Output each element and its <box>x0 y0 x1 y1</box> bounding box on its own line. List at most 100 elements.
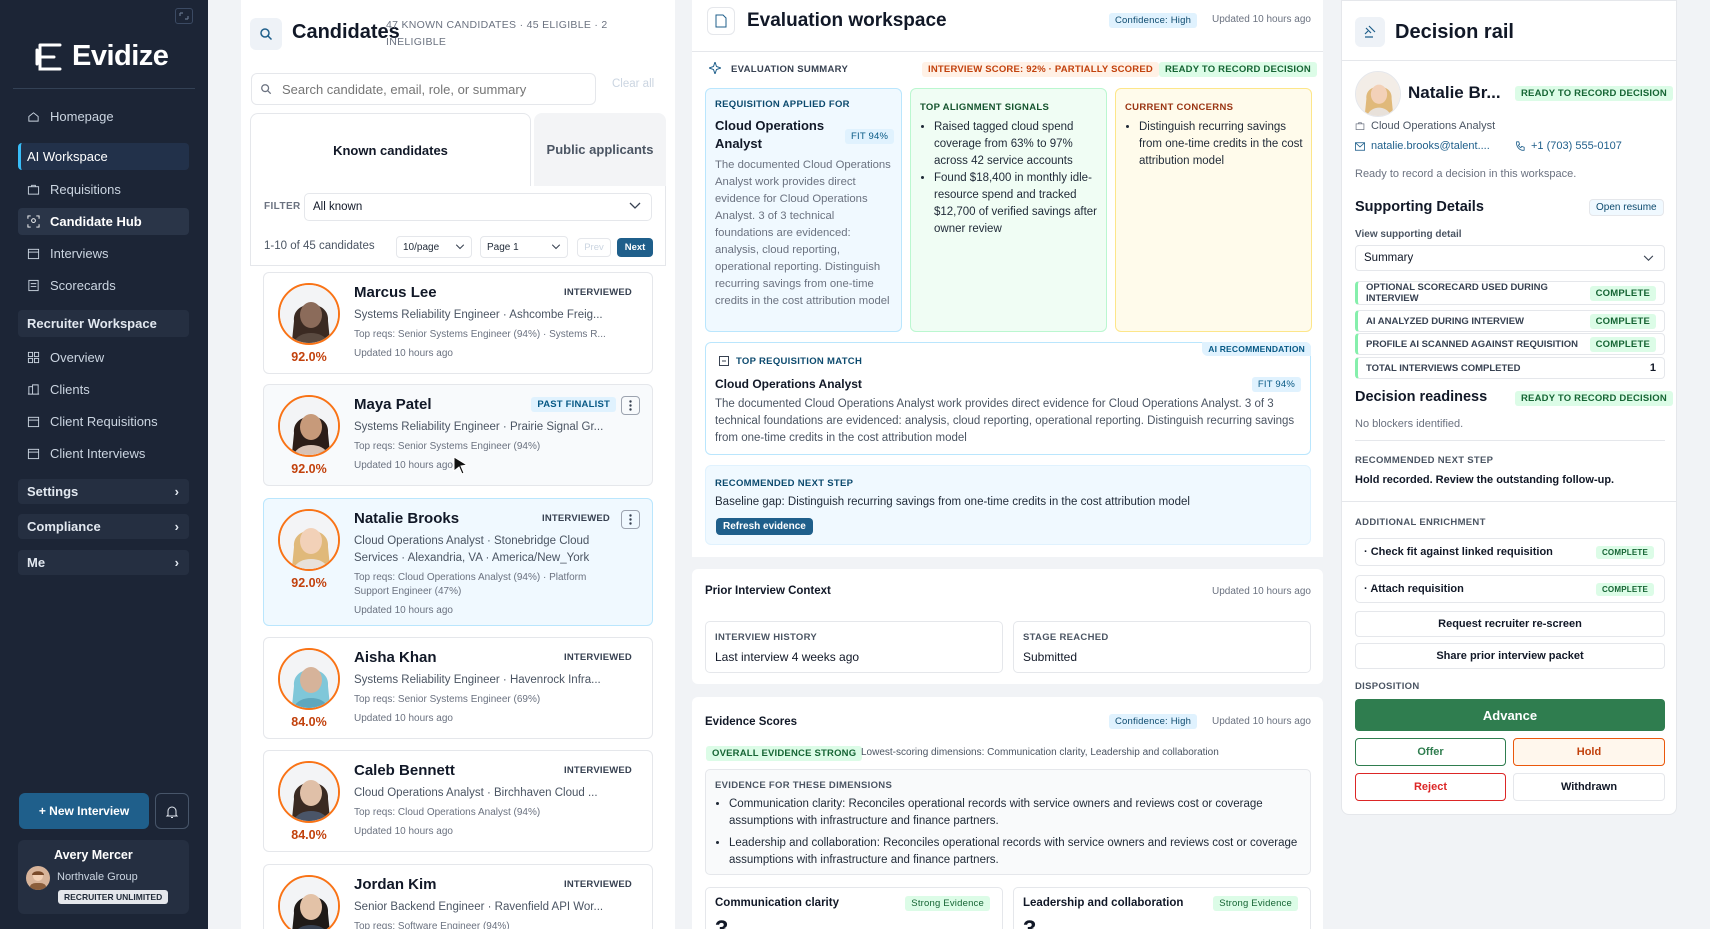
per-page-select[interactable]: 10/page <box>396 236 472 258</box>
score-card-leadership: Leadership and collaboration Strong Evid… <box>1013 887 1311 929</box>
nav-requisitions[interactable]: Requisitions <box>18 176 189 203</box>
next-step-label: RECOMMENDED NEXT STEP <box>715 478 854 489</box>
candidate-role: Senior Backend Engineer · Ravenfield API… <box>354 901 604 913</box>
candidate-name: Maya Patel <box>354 396 432 413</box>
candidate-role: Cloud Operations Analyst · Birchhaven Cl… <box>354 787 598 799</box>
stage-value: Submitted <box>1023 650 1078 664</box>
concerns-label: CURRENT CONCERNS <box>1125 102 1234 113</box>
nav-interviews[interactable]: Interviews <box>18 240 189 267</box>
open-resume-button[interactable]: Open resume <box>1589 199 1664 216</box>
detail-status: COMPLETE <box>1589 313 1656 329</box>
view-detail-label: View supporting detail <box>1355 229 1462 240</box>
status-badge: INTERVIEWED <box>563 652 632 663</box>
divider <box>692 51 1323 52</box>
mail-icon <box>1355 141 1365 151</box>
nav-recruiter-workspace[interactable]: Recruiter Workspace <box>18 310 189 337</box>
pagination-range: 1-10 of 45 candidates <box>264 240 375 252</box>
signal-item: Found $18,400 in monthly idle-resource s… <box>934 170 1102 238</box>
rail-email-link[interactable]: natalie.brooks@talent.... <box>1355 140 1490 152</box>
ready-badge: READY TO RECORD DECISION <box>1159 62 1317 77</box>
divider <box>1341 60 1677 61</box>
nav-settings[interactable]: Settings › <box>18 479 189 504</box>
next-step-text: Baseline gap: Distinguish recurring savi… <box>715 496 1190 508</box>
divider <box>13 88 195 89</box>
hold-button[interactable]: Hold <box>1513 738 1665 766</box>
nav-label: Requisitions <box>50 182 121 197</box>
decision-readiness-title: Decision readiness <box>1355 389 1488 405</box>
clear-all-button[interactable]: Clear all <box>612 78 654 90</box>
signals-list: Raised tagged cloud spend coverage from … <box>920 119 1102 238</box>
rail-phone-link[interactable]: +1 (703) 555-0107 <box>1515 140 1622 152</box>
match-percent: 84.0% <box>291 715 327 729</box>
match-title: Cloud Operations Analyst <box>715 377 862 391</box>
evaluation-summary-label: EVALUATION SUMMARY <box>731 64 849 75</box>
share-packet-button[interactable]: Share prior interview packet <box>1355 643 1665 669</box>
notifications-button[interactable] <box>155 793 189 829</box>
view-detail-select[interactable]: Summary <box>1355 245 1665 271</box>
request-rescreen-button[interactable]: Request recruiter re-screen <box>1355 611 1665 637</box>
nav-clients[interactable]: Clients <box>18 376 189 403</box>
tab-public-applicants[interactable]: Public applicants <box>534 113 666 186</box>
enrichment-attach-req[interactable]: · Attach requisition COMPLETE <box>1355 575 1665 603</box>
filter-select[interactable]: All known <box>304 193 652 221</box>
candidate-updated: Updated 10 hours ago <box>354 605 453 616</box>
search-input[interactable] <box>282 81 582 97</box>
nav-me[interactable]: Me › <box>18 550 189 575</box>
page-select[interactable]: Page 1 <box>480 236 568 258</box>
user-card[interactable]: Avery Mercer Northvale Group RECRUITER U… <box>18 840 189 914</box>
mouse-cursor-icon <box>452 455 470 480</box>
next-button[interactable]: Next <box>617 238 653 257</box>
candidate-avatar <box>1355 71 1401 117</box>
nav-candidate-hub[interactable]: Candidate Hub <box>18 208 189 235</box>
rail-ready-badge: READY TO RECORD DECISION <box>1515 86 1673 101</box>
disposition-label: DISPOSITION <box>1355 681 1420 692</box>
candidate-top-reqs: Top reqs: Cloud Operations Analyst (94%)… <box>354 572 587 583</box>
candidate-card[interactable]: Jordan Kim INTERVIEWED Senior Backend Engi… <box>263 864 653 929</box>
prior-title: Prior Interview Context <box>705 585 831 597</box>
match-percent: 84.0% <box>291 828 327 842</box>
search-field[interactable] <box>251 73 596 105</box>
user-org: Northvale Group <box>57 871 138 883</box>
filter-value: All known <box>313 201 363 213</box>
withdrawn-button[interactable]: Withdrawn <box>1513 773 1665 801</box>
calendar-icon <box>27 448 40 460</box>
nav-compliance[interactable]: Compliance › <box>18 514 189 539</box>
reject-button[interactable]: Reject <box>1355 773 1506 801</box>
readiness-badge: READY TO RECORD DECISION <box>1515 391 1673 406</box>
nav-client-interviews[interactable]: Client Interviews <box>18 440 189 467</box>
prev-button[interactable]: Prev <box>577 238 611 257</box>
history-value: Last interview 4 weeks ago <box>715 650 860 664</box>
nav-ai-workspace[interactable]: AI Workspace <box>18 143 189 170</box>
rail-next-label: RECOMMENDED NEXT STEP <box>1355 455 1494 466</box>
collapse-icon[interactable] <box>175 8 193 24</box>
advance-button[interactable]: Advance <box>1355 699 1665 731</box>
tab-known-candidates[interactable]: Known candidates <box>250 113 531 186</box>
candidate-card[interactable]: 84.0% Caleb Bennett INTERVIEWED Cloud Opera… <box>263 750 653 852</box>
candidate-card[interactable]: 92.0% Marcus Lee INTERVIEWED Systems Reliab… <box>263 272 653 374</box>
nav-overview[interactable]: Overview <box>18 344 189 371</box>
nav-client-requisitions[interactable]: Client Requisitions <box>18 408 189 435</box>
more-options-icon[interactable] <box>621 510 640 529</box>
rail-phone-text: +1 (703) 555-0107 <box>1531 140 1622 152</box>
enrichment-check-fit[interactable]: · Check fit against linked requisition CO… <box>1355 538 1665 566</box>
search-icon <box>250 18 282 50</box>
nav-scorecards[interactable]: Scorecards <box>18 272 189 299</box>
candidate-avatar <box>278 395 340 457</box>
refresh-evidence-button[interactable]: Refresh evidence <box>716 518 813 535</box>
candidate-top-reqs: Top reqs: Cloud Operations Analyst (94%) <box>354 807 541 818</box>
gavel-icon <box>1355 17 1385 47</box>
brand-logo[interactable]: Evidize <box>34 40 169 73</box>
new-interview-button[interactable]: + New Interview <box>19 793 149 829</box>
nav-homepage[interactable]: Homepage <box>18 103 189 130</box>
chevron-right-icon: › <box>174 555 179 570</box>
match-percent: 92.0% <box>291 350 327 364</box>
match-percent: 92.0% <box>291 576 327 590</box>
candidate-card[interactable]: 84.0% Aisha Khan INTERVIEWED Systems Reliab… <box>263 637 653 739</box>
candidate-card[interactable]: 92.0% Natalie Brooks INTERVIEWED Cloud Oper… <box>263 498 653 626</box>
offer-button[interactable]: Offer <box>1355 738 1506 766</box>
confidence-badge: Confidence: High <box>1109 13 1198 28</box>
more-options-icon[interactable] <box>621 396 640 415</box>
match-percent: 92.0% <box>291 462 327 476</box>
candidate-location: Services · Alexandria, VA · America/New_… <box>354 552 590 564</box>
enrichment-item-text: Check fit against linked requisition <box>1370 546 1553 558</box>
